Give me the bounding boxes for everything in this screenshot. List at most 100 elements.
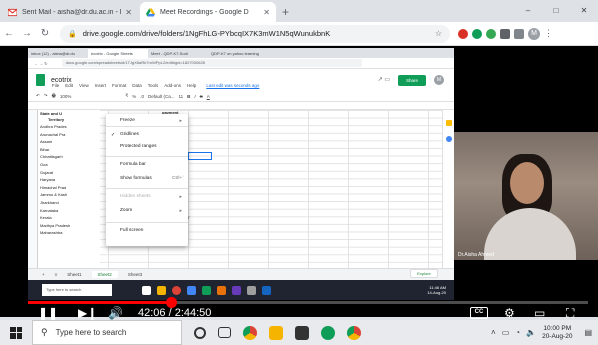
back-icon[interactable]: ← xyxy=(0,28,18,39)
inner-tab-active: ecotrix - Google Sheets xyxy=(88,49,148,58)
window-controls: – □ ✕ xyxy=(514,0,598,22)
subtitles-button[interactable]: CC xyxy=(470,307,488,319)
maximize-button[interactable]: □ xyxy=(542,0,570,22)
view-menu-dropdown: Freeze ▸ Gridlines ✓ Protected ranges Formula… xyxy=(106,114,188,246)
menu-divider xyxy=(106,126,188,127)
inner-url: docs.google.com/spreadsheets/d/1TJgX6aRk… xyxy=(61,59,362,67)
close-icon[interactable]: ✕ xyxy=(263,8,270,17)
extensions: M ⋮ xyxy=(458,27,553,40)
system-tray: ˄ ▭ ◔ 🔈 10:00 PM 20-Aug-20 ▤ xyxy=(491,325,598,341)
progress-bar[interactable] xyxy=(28,297,588,308)
speaker-icon[interactable]: 🔈 xyxy=(526,328,536,337)
notification-icon[interactable]: ▤ xyxy=(584,328,592,337)
reload-icon[interactable]: ↻ xyxy=(36,28,54,39)
menu-tools: Tools xyxy=(147,83,159,88)
view-menu-item: Formula bar xyxy=(120,162,146,167)
new-tab-button[interactable]: + xyxy=(282,2,289,22)
row-headers xyxy=(28,110,38,278)
browser-toolbar: ← → ↻ 🔒 drive.google.com/drive/folders/1… xyxy=(0,22,598,46)
extension-check-icon[interactable] xyxy=(472,28,482,39)
view-menu-item-label: Full screen xyxy=(120,228,144,233)
extension-green-icon[interactable] xyxy=(486,28,496,39)
url-text: drive.google.com/drive/folders/1NgFhLG-P… xyxy=(82,29,331,38)
inner-clock: 11:46 AM 14-Aug-20 xyxy=(427,285,446,295)
time-display: 42:06 / 2:44:50 xyxy=(138,307,212,319)
view-menu-item: Gridlines xyxy=(120,132,139,137)
percent-icon: % xyxy=(132,93,137,99)
extension-red-icon[interactable] xyxy=(458,28,468,39)
tray-up-icon[interactable]: ˄ xyxy=(491,328,496,337)
side-panel xyxy=(442,110,454,278)
app-icon xyxy=(247,285,256,295)
volume-icon[interactable]: 🔊 xyxy=(108,306,123,320)
share-button: Share xyxy=(398,75,426,86)
windows-taskbar: ⚲ Type here to search ˄ ▭ ◔ 🔈 10:00 PM 2… xyxy=(0,320,598,345)
close-window-button[interactable]: ✕ xyxy=(570,0,598,22)
settings-icon[interactable]: ⚙ xyxy=(504,306,515,320)
forward-icon[interactable]: → xyxy=(18,28,36,39)
pause-icon[interactable]: ❚❚ xyxy=(38,306,58,320)
view-menu-item: Hidden sheets xyxy=(120,194,151,199)
menu-divider xyxy=(106,156,188,157)
network-icon[interactable]: ◔ xyxy=(515,328,520,337)
state-cell: Chhattisgarh xyxy=(40,154,63,160)
video-player[interactable]: inbox (12) - aisha@dr.du ecotrix - Googl… xyxy=(0,46,598,317)
sheet-tabs: + ≡ Sheet1 Sheet2 Sheet3 xyxy=(28,268,454,280)
all-sheets-icon: ≡ xyxy=(54,272,58,277)
tab-title: Meet Recordings - Google D xyxy=(160,8,249,16)
task-view-icon[interactable] xyxy=(218,327,231,338)
activity-trend-icon: ↗ ▭ xyxy=(377,77,390,83)
sheet-tab-active: Sheet2 xyxy=(91,271,118,278)
minimize-button[interactable]: – xyxy=(514,0,542,22)
lock-icon: 🔒 xyxy=(68,30,77,38)
print-icon: 🖶 xyxy=(51,93,56,98)
state-cell: Arunachal Pra xyxy=(40,131,66,137)
more-menu-icon[interactable]: ⋮ xyxy=(544,28,553,39)
submenu-arrow-icon: ▸ xyxy=(179,194,182,200)
inner-taskbar-search: Type here to search xyxy=(42,284,112,296)
webcam-feed: Dr.Aisha Ahmed xyxy=(454,132,598,260)
state-cell: Karnataka xyxy=(40,207,59,213)
browser-tab-strip: Sent Mail - aisha@dr.du.ac.in - D ✕ Meet… xyxy=(0,0,598,22)
edge-icon[interactable] xyxy=(321,325,335,340)
task-view-icon xyxy=(142,285,151,295)
state-cell: Gujarat xyxy=(40,169,54,175)
tab-meet-recordings[interactable]: Meet Recordings - Google D ✕ xyxy=(140,2,276,22)
extension-gray-icon[interactable] xyxy=(514,28,524,39)
explorer-icon xyxy=(157,285,166,295)
person-face xyxy=(510,162,544,204)
sheets-toolbar: ↶ ↷ 🖶 100% ₹ % .0 Default (Ca... 11 B I … xyxy=(28,91,454,102)
tab-sent-mail[interactable]: Sent Mail - aisha@dr.du.ac.in - D ✕ xyxy=(2,2,138,22)
file-explorer-icon[interactable] xyxy=(269,325,283,340)
address-bar[interactable]: 🔒 drive.google.com/drive/folders/1NgFhLG… xyxy=(60,24,450,43)
next-icon[interactable]: ▶❙ xyxy=(78,306,97,320)
state-cell: Kerala xyxy=(40,215,52,221)
menu-divider xyxy=(106,188,188,189)
battery-icon[interactable]: ▭ xyxy=(502,328,510,337)
extensions-puzzle-icon[interactable] xyxy=(500,28,510,39)
view-menu-item-label: Hidden sheets xyxy=(120,194,151,199)
fullscreen-icon[interactable]: ⛶ xyxy=(566,306,574,320)
menu-help: Help xyxy=(187,83,197,88)
close-icon[interactable]: ✕ xyxy=(125,8,132,17)
view-menu-item: Show formulas Ctrl+` xyxy=(120,176,184,181)
windows-start-icon[interactable] xyxy=(10,326,22,339)
state-cell: Goa xyxy=(40,162,48,167)
header-cell-state: State and U xyxy=(40,111,63,116)
view-menu-item-label: Gridlines xyxy=(120,132,139,137)
bookmark-star-icon[interactable]: ☆ xyxy=(435,29,442,38)
state-cell: Madhya Pradesh xyxy=(40,222,71,228)
taskbar-clock[interactable]: 10:00 PM 20-Aug-20 xyxy=(542,325,572,341)
chrome-icon[interactable] xyxy=(243,325,257,340)
store-icon[interactable] xyxy=(295,325,309,340)
inner-nav-icons: ← → ↻ xyxy=(34,60,48,66)
formula-bar xyxy=(28,102,454,110)
chrome-profile-icon[interactable] xyxy=(347,325,361,340)
cortana-icon[interactable] xyxy=(194,326,206,339)
taskbar-search[interactable]: ⚲ Type here to search xyxy=(32,320,182,345)
shared-screen: inbox (12) - aisha@dr.du ecotrix - Googl… xyxy=(28,48,454,300)
miniplayer-icon[interactable]: ▭ xyxy=(534,306,545,320)
state-cell: Bihar xyxy=(40,146,50,152)
profile-avatar[interactable]: M xyxy=(528,27,540,40)
view-menu-item: Zoom xyxy=(120,208,132,213)
